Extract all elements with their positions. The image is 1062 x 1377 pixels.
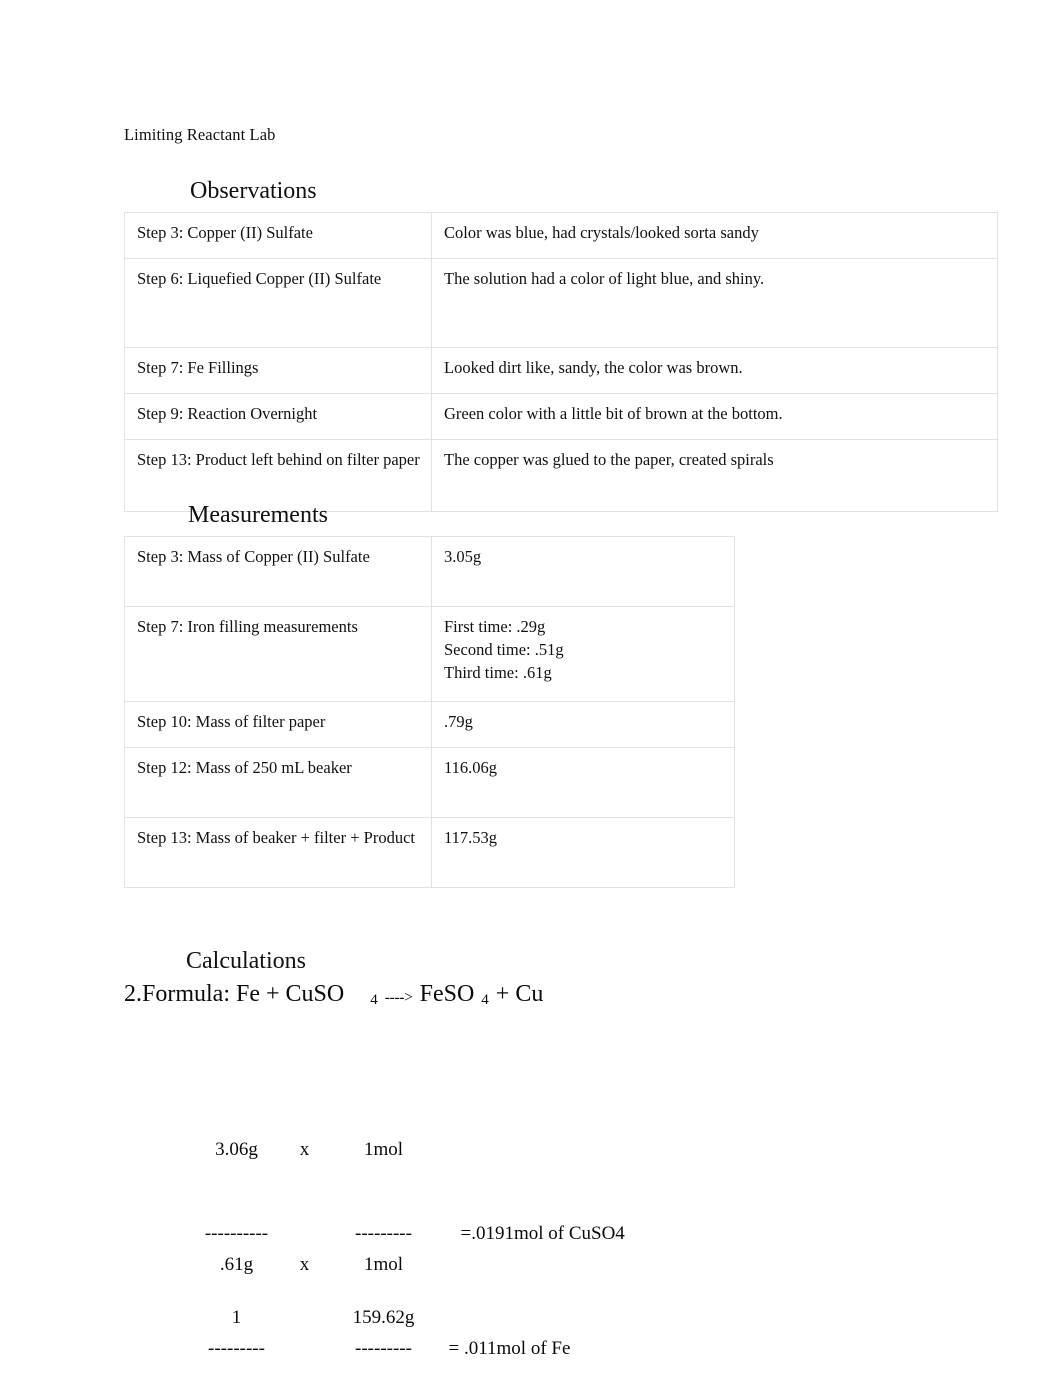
measurement-value-line: 116.06g bbox=[444, 758, 498, 777]
observation-label-cell: Step 7: Fe Fillings bbox=[124, 347, 432, 394]
measurement-value-cell: First time: .29g Second time: .51g Third… bbox=[431, 606, 735, 702]
observation-value-cell: Color was blue, had crystals/looked sort… bbox=[431, 212, 998, 259]
section-heading-calculations: Calculations bbox=[186, 948, 306, 974]
measurement-value-cell: 3.05g bbox=[431, 536, 735, 607]
calc-numerator-value: .61g bbox=[219, 1254, 254, 1275]
measurement-value-line: Third time: .61g bbox=[444, 663, 552, 682]
equation-arrow: ----> bbox=[384, 989, 413, 1006]
table-row: Step 7: Iron filling measurements First … bbox=[124, 606, 735, 702]
table-row: Step 12: Mass of 250 mL beaker 116.06g bbox=[124, 747, 735, 818]
table-row: Step 13: Mass of beaker + filter + Produ… bbox=[124, 817, 735, 888]
calculation-rule-row: --------- --------- = .011mol of Fe bbox=[160, 1307, 570, 1359]
calc-numerator-value: 3.06g bbox=[215, 1139, 258, 1160]
observation-value-cell: Looked dirt like, sandy, the color was b… bbox=[431, 347, 998, 394]
equation-suffix: + Cu bbox=[495, 981, 544, 1007]
equation-product: FeSO bbox=[419, 981, 475, 1007]
calculation-numerator-row: 3.06g x 1mol bbox=[160, 1108, 625, 1160]
measurement-label-cell: Step 12: Mass of 250 mL beaker bbox=[124, 747, 432, 818]
measurement-value-cell: 117.53g bbox=[431, 817, 735, 888]
calc-fraction-rule-right: --------- bbox=[355, 1338, 412, 1359]
measurement-value-line: First time: .29g bbox=[444, 617, 546, 636]
measurement-label-cell: Step 7: Iron filling measurements bbox=[124, 606, 432, 702]
measurement-value-cell: .79g bbox=[431, 701, 735, 748]
calc-multiply-symbol: x bbox=[299, 1254, 310, 1275]
equation-product-subscript: 4 bbox=[481, 992, 489, 1008]
document-running-header: Limiting Reactant Lab bbox=[124, 125, 276, 144]
calculation-block: .61g x 1mol --------- --------- = .011mol of… bbox=[160, 1167, 570, 1377]
measurement-value-line: Second time: .51g bbox=[444, 640, 564, 659]
observations-table: Step 3: Copper (II) Sulfate Color was bl… bbox=[124, 212, 998, 512]
observation-label-cell: Step 6: Liquefied Copper (II) Sulfate bbox=[124, 258, 432, 348]
section-heading-measurements: Measurements bbox=[188, 502, 328, 528]
table-row: Step 7: Fe Fillings Looked dirt like, sa… bbox=[124, 347, 998, 394]
measurement-value-line: 117.53g bbox=[444, 828, 498, 847]
observation-value-cell: Green color with a little bit of brown a… bbox=[431, 393, 998, 440]
measurement-label-cell: Step 3: Mass of Copper (II) Sulfate bbox=[124, 536, 432, 607]
calculation-numerator-row: .61g x 1mol bbox=[160, 1223, 570, 1275]
observation-label-cell: Step 9: Reaction Overnight bbox=[124, 393, 432, 440]
table-row: Step 3: Copper (II) Sulfate Color was bl… bbox=[124, 212, 998, 259]
measurement-value-line: .79g bbox=[444, 712, 473, 731]
calc-multiply-symbol: x bbox=[299, 1139, 310, 1160]
chemical-equation: 2.Formula: Fe + CuSO 4 ----> FeSO 4 + Cu bbox=[124, 978, 543, 1013]
measurements-table: Step 3: Mass of Copper (II) Sulfate 3.05… bbox=[124, 536, 735, 888]
calc-numerator-factor: 1mol bbox=[363, 1254, 404, 1275]
observation-value-cell: The copper was glued to the paper, creat… bbox=[431, 439, 998, 512]
observation-label-cell: Step 3: Copper (II) Sulfate bbox=[124, 212, 432, 259]
document-page: Limiting Reactant Lab Observations Step … bbox=[0, 0, 1062, 1377]
measurement-value-cell: 116.06g bbox=[431, 747, 735, 818]
table-row: Step 6: Liquefied Copper (II) Sulfate Th… bbox=[124, 258, 998, 348]
equation-reactant-subscript: 4 bbox=[370, 992, 378, 1008]
calc-numerator-factor: 1mol bbox=[363, 1139, 404, 1160]
observation-value-cell: The solution had a color of light blue, … bbox=[431, 258, 998, 348]
calc-result: = .011mol of Fe bbox=[448, 1338, 571, 1359]
equation-reactants: 2.Formula: Fe + CuSO bbox=[124, 981, 345, 1007]
table-row: Step 9: Reaction Overnight Green color w… bbox=[124, 393, 998, 440]
measurement-label-cell: Step 13: Mass of beaker + filter + Produ… bbox=[124, 817, 432, 888]
table-row: Step 10: Mass of filter paper .79g bbox=[124, 701, 735, 748]
table-row: Step 3: Mass of Copper (II) Sulfate 3.05… bbox=[124, 536, 735, 607]
measurement-label-cell: Step 10: Mass of filter paper bbox=[124, 701, 432, 748]
calc-fraction-rule-left: --------- bbox=[208, 1338, 265, 1359]
section-heading-observations: Observations bbox=[190, 178, 317, 204]
measurement-value-line: 3.05g bbox=[444, 547, 482, 566]
